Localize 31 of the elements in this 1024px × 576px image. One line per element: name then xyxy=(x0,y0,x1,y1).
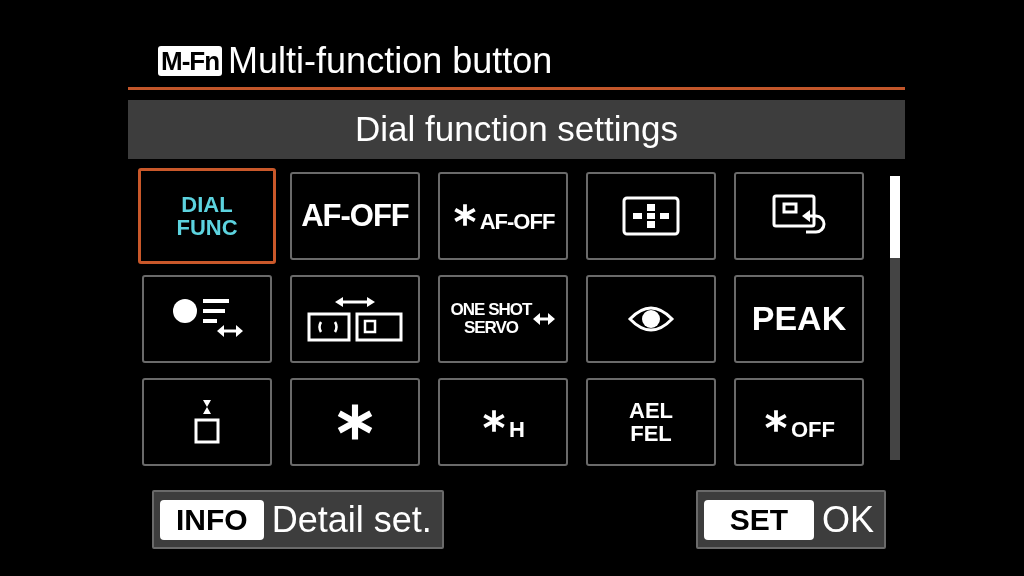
scrollbar[interactable] xyxy=(890,176,900,460)
scrollbar-thumb[interactable] xyxy=(890,176,900,258)
option-tile[interactable]: AF-OFF xyxy=(438,172,568,260)
key-label: SET xyxy=(703,499,814,540)
option-tile[interactable]: H xyxy=(438,378,568,466)
option-tile[interactable]: AEL FEL xyxy=(586,378,716,466)
subtitle-bar: Dial function settings xyxy=(128,100,905,159)
screen-title: Multi-function button xyxy=(228,43,553,79)
option-tile[interactable] xyxy=(586,172,716,260)
double-arrow-icon xyxy=(533,312,556,326)
option-tile[interactable] xyxy=(142,275,272,363)
option-tile[interactable] xyxy=(586,275,716,363)
option-tile[interactable]: DIAL FUNC xyxy=(138,168,276,264)
option-tile[interactable]: PEAK xyxy=(734,275,864,363)
ok-button[interactable]: SET OK xyxy=(695,490,886,549)
button-label: Detail set. xyxy=(271,501,432,538)
option-tile[interactable] xyxy=(142,378,272,466)
option-tile[interactable]: ONE SHOT SERVO xyxy=(438,275,568,363)
option-tile[interactable] xyxy=(290,378,420,466)
option-tile[interactable] xyxy=(734,172,864,260)
option-tile[interactable]: OFF xyxy=(734,378,864,466)
option-tile[interactable]: AF-OFF xyxy=(290,172,420,260)
key-label: INFO xyxy=(160,499,264,540)
button-label: OK xyxy=(822,501,874,538)
af-point-icon xyxy=(622,196,680,236)
mode-badge: M-Fn xyxy=(158,46,223,76)
detail-settings-button[interactable]: INFO Detail set. xyxy=(152,490,444,549)
depth-of-field-icon xyxy=(193,398,221,446)
asterisk-icon xyxy=(763,408,789,434)
af-area-icon xyxy=(307,296,403,342)
option-tile[interactable] xyxy=(290,275,420,363)
